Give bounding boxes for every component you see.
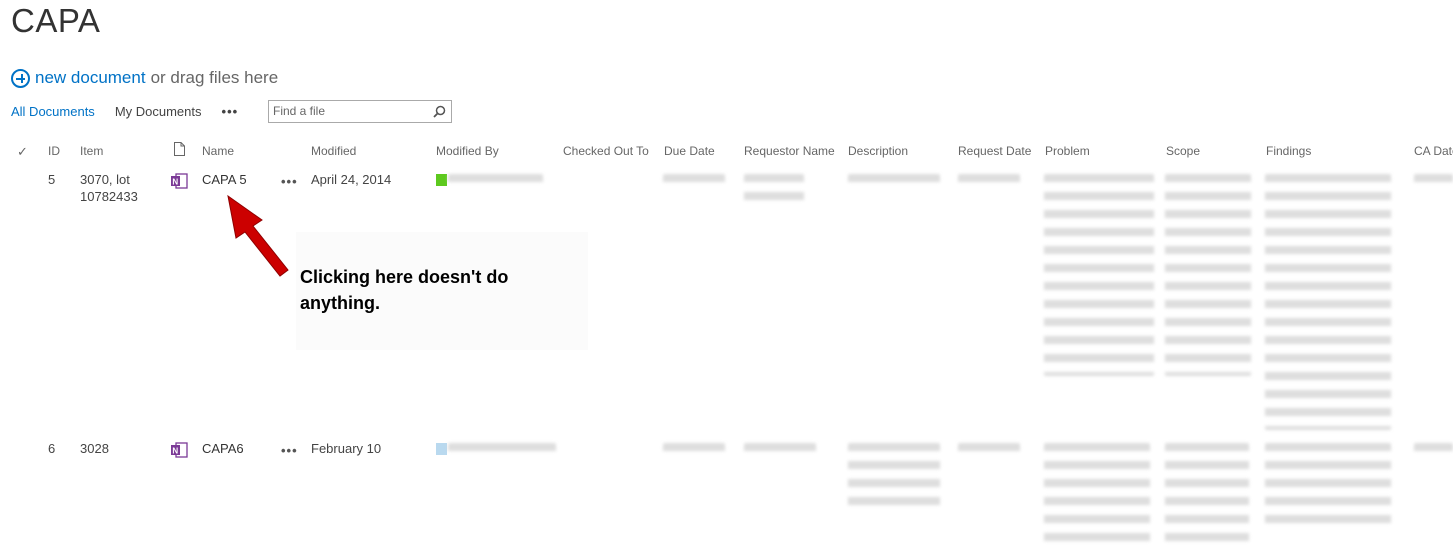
row-actions-button[interactable]: ••• — [281, 443, 298, 458]
column-header-scope[interactable]: Scope — [1166, 144, 1200, 158]
onenote-icon: N — [171, 442, 188, 458]
column-header-ca-date[interactable]: CA Date — [1414, 144, 1453, 158]
column-header-name[interactable]: Name — [202, 144, 234, 158]
column-header-description[interactable]: Description — [848, 144, 908, 158]
add-circle-icon[interactable] — [11, 68, 30, 88]
view-selector: All Documents My Documents ••• — [11, 104, 238, 119]
column-header-modified[interactable]: Modified — [311, 144, 356, 158]
request-date-redacted — [958, 443, 1020, 455]
annotation-line-1: Clicking here doesn't do — [300, 267, 509, 287]
document-icon — [174, 142, 185, 156]
annotation-text: Clicking here doesn't do anything. — [300, 264, 508, 316]
column-header-requestor-name[interactable]: Requestor Name — [744, 144, 835, 158]
onenote-icon: N — [171, 173, 188, 189]
column-header-checked-out-to[interactable]: Checked Out To — [563, 144, 649, 158]
ca-date-redacted — [1414, 174, 1453, 186]
due-date-redacted — [663, 174, 725, 186]
due-date-redacted — [663, 443, 725, 455]
svg-text:N: N — [172, 178, 178, 187]
select-all-checkmark[interactable]: ✓ — [17, 144, 28, 160]
row-id: 6 — [48, 441, 56, 456]
row-modified: April 24, 2014 — [311, 172, 392, 187]
column-header-item[interactable]: Item — [80, 144, 103, 158]
row-item-cont: 10782433 — [80, 189, 138, 204]
requestor-redacted — [744, 174, 804, 204]
page-title: CAPA — [11, 2, 101, 39]
row-item: 3028 — [80, 441, 109, 456]
more-views-button[interactable]: ••• — [222, 104, 239, 119]
view-my-documents[interactable]: My Documents — [115, 104, 202, 119]
column-header-modified-by[interactable]: Modified By — [436, 144, 499, 158]
view-all-documents[interactable]: All Documents — [11, 104, 95, 119]
modified-by-redacted — [448, 174, 543, 186]
row-modified: February 10 — [311, 441, 382, 456]
presence-icon — [436, 443, 447, 455]
findings-redacted — [1265, 174, 1391, 430]
column-header-problem[interactable]: Problem — [1045, 144, 1090, 158]
description-redacted — [848, 174, 940, 186]
column-header-due-date[interactable]: Due Date — [664, 144, 715, 158]
scope-redacted — [1165, 443, 1249, 543]
row-actions-button[interactable]: ••• — [281, 174, 298, 189]
ca-date-redacted — [1414, 443, 1453, 455]
requestor-redacted — [744, 443, 816, 455]
problem-redacted — [1044, 443, 1150, 543]
request-date-redacted — [958, 174, 1020, 186]
new-document-link[interactable]: new document — [35, 68, 146, 88]
column-header-request-date[interactable]: Request Date — [958, 144, 1031, 158]
description-redacted — [848, 443, 940, 509]
document-name-link[interactable]: CAPA6 — [202, 441, 244, 456]
column-header-findings[interactable]: Findings — [1266, 144, 1311, 158]
search-icon[interactable] — [433, 105, 446, 118]
problem-redacted — [1044, 174, 1154, 376]
row-id: 5 — [48, 172, 56, 187]
findings-redacted — [1265, 443, 1391, 527]
modified-by-redacted — [448, 443, 556, 455]
find-file-box — [268, 100, 452, 123]
search-input[interactable] — [269, 101, 427, 121]
document-name-link[interactable]: CAPA 5 — [202, 172, 247, 187]
new-document-bar: new document or drag files here — [11, 68, 278, 88]
red-arrow — [227, 194, 289, 277]
presence-icon — [436, 174, 447, 186]
drag-files-hint: or drag files here — [150, 68, 279, 87]
column-header-id[interactable]: ID — [48, 144, 60, 158]
annotation-line-2: anything. — [300, 293, 380, 313]
row-item: 3070, lot — [80, 172, 130, 187]
svg-text:N: N — [172, 447, 178, 456]
scope-redacted — [1165, 174, 1251, 376]
